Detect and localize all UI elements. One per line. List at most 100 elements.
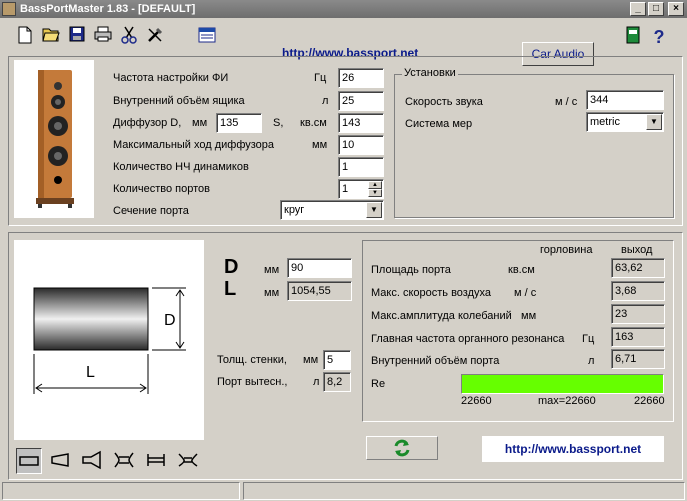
port-l-output: 1054,55 <box>287 281 352 301</box>
shape-flanged-button[interactable] <box>144 448 170 474</box>
box-volume-unit: л <box>322 95 329 107</box>
shape-curved-button[interactable] <box>176 448 202 474</box>
result-unit: мм <box>521 310 537 322</box>
toolbar: http://www.bassport.net Car Audio ? <box>0 18 687 66</box>
diagram-l-label: L <box>86 364 95 381</box>
status-pane-1 <box>2 482 240 500</box>
wall-thickness-label: Толщ. стенки, <box>217 354 287 366</box>
sound-speed-unit: м / с <box>555 96 578 108</box>
print-icon[interactable] <box>92 26 114 48</box>
help-icon[interactable]: ? <box>648 26 670 48</box>
app-icon <box>2 2 16 16</box>
recalculate-button[interactable] <box>366 436 438 460</box>
close-button[interactable]: × <box>668 2 684 16</box>
save-icon[interactable] <box>66 26 88 48</box>
result-unit: л <box>588 355 595 367</box>
calculator-icon[interactable] <box>196 26 218 48</box>
port-displacement-unit: л <box>313 376 320 388</box>
title-bar: BassPortMaster 1.83 - [DEFAULT] _ □ × <box>0 0 687 18</box>
sound-speed-label: Скорость звука <box>405 96 483 108</box>
sound-speed-input[interactable]: 344 <box>586 90 664 110</box>
result-value: 23 <box>611 304 665 324</box>
bottom-website-link[interactable]: http://www.bassport.net <box>482 436 664 462</box>
tuning-freq-input[interactable]: 26 <box>338 68 384 88</box>
spin-up-icon[interactable]: ▲ <box>368 181 382 189</box>
diffuser-s-input[interactable]: 143 <box>338 113 384 133</box>
result-label: Площадь порта <box>371 264 451 276</box>
port-section-select[interactable]: круг ▼ <box>280 200 384 220</box>
box-volume-label: Внутренний объём ящика <box>113 95 245 107</box>
diffuser-d-input[interactable]: 135 <box>216 113 262 133</box>
status-pane-2 <box>243 482 685 500</box>
new-file-icon[interactable] <box>14 26 36 48</box>
chevron-down-icon[interactable]: ▼ <box>646 114 662 130</box>
port-count-label: Количество портов <box>113 183 210 195</box>
spin-down-icon[interactable]: ▼ <box>368 189 382 197</box>
shape-double-flare-button[interactable] <box>112 448 138 474</box>
result-label: Макс.амплитуда колебаний <box>371 310 512 322</box>
diffuser-s-unit: кв.см <box>300 117 327 129</box>
re-min-label: 22660 <box>461 395 492 407</box>
result-value: 163 <box>611 327 665 347</box>
port-l-big-label: L <box>224 278 237 300</box>
re-label: Re <box>371 378 386 390</box>
port-d-input[interactable]: 90 <box>287 258 352 278</box>
port-count-value: 1 <box>342 183 349 195</box>
port-count-spinner[interactable]: 1 ▲ ▼ <box>338 179 384 199</box>
result-value: 3,68 <box>611 281 665 301</box>
throat-column-header: горловина <box>540 244 593 256</box>
wall-thickness-input[interactable]: 5 <box>323 350 351 370</box>
cut-icon[interactable] <box>118 26 140 48</box>
port-displacement-output: 8,2 <box>323 372 351 392</box>
port-l-unit: мм <box>264 287 280 299</box>
max-excursion-input[interactable]: 10 <box>338 135 384 155</box>
app-window: BassPortMaster 1.83 - [DEFAULT] _ □ × ht… <box>0 0 687 501</box>
shape-horn-button[interactable] <box>80 448 106 474</box>
minimize-button[interactable]: _ <box>630 2 646 16</box>
result-label: Макс. скорость воздуха <box>371 287 491 299</box>
woofer-count-input[interactable]: 1 <box>338 157 384 177</box>
shape-round-button[interactable] <box>16 448 42 474</box>
woofer-count-label: Количество НЧ динамиков <box>113 161 249 173</box>
tuning-freq-unit: Гц <box>314 72 327 84</box>
port-section-label: Сечение порта <box>113 205 189 217</box>
tools-icon[interactable] <box>144 26 166 48</box>
settings-title: Установки <box>402 67 458 79</box>
result-unit: кв.см <box>508 264 535 276</box>
max-excursion-label: Максимальный ход диффузора <box>113 139 275 151</box>
chevron-down-icon[interactable]: ▼ <box>366 202 382 218</box>
diffuser-s-label: S, <box>273 117 284 129</box>
wall-thickness-unit: мм <box>303 354 319 366</box>
re-progress-fill <box>462 375 663 393</box>
port-section-value: круг <box>284 204 305 216</box>
box-volume-input[interactable]: 25 <box>338 91 384 111</box>
speaker-image <box>14 60 94 218</box>
diagram-d-label: D <box>164 312 176 329</box>
diffuser-d-unit: мм <box>192 117 208 129</box>
result-unit: м / с <box>514 287 537 299</box>
book-icon[interactable] <box>622 26 644 48</box>
result-label: Главная частота органного резонанса <box>371 333 565 345</box>
maximize-button[interactable]: □ <box>648 2 664 16</box>
refresh-icon <box>394 439 410 457</box>
shape-cone-button[interactable] <box>48 448 74 474</box>
port-d-unit: мм <box>264 264 280 276</box>
result-unit: Гц <box>582 333 595 345</box>
max-excursion-unit: мм <box>312 139 328 151</box>
re-max-label: 22660 <box>634 395 665 407</box>
result-value: 63,62 <box>611 258 665 278</box>
result-label: Внутренний объём порта <box>371 355 500 367</box>
diffuser-label: Диффузор D, <box>113 117 182 129</box>
open-folder-icon[interactable] <box>40 26 62 48</box>
measure-system-select[interactable]: metric ▼ <box>586 112 664 132</box>
re-progress-bar <box>461 374 664 394</box>
port-displacement-label: Порт вытесн., <box>217 376 288 388</box>
measure-system-label: Система мер <box>405 118 473 130</box>
port-d-big-label: D <box>224 256 239 278</box>
tuning-freq-label: Частота настройки ФИ <box>113 72 229 84</box>
result-value: 6,71 <box>611 349 665 369</box>
window-title: BassPortMaster 1.83 - [DEFAULT] <box>20 3 196 15</box>
measure-system-value: metric <box>590 116 620 128</box>
re-max-marker: max=22660 <box>538 395 596 407</box>
port-diagram: D L <box>14 240 204 440</box>
